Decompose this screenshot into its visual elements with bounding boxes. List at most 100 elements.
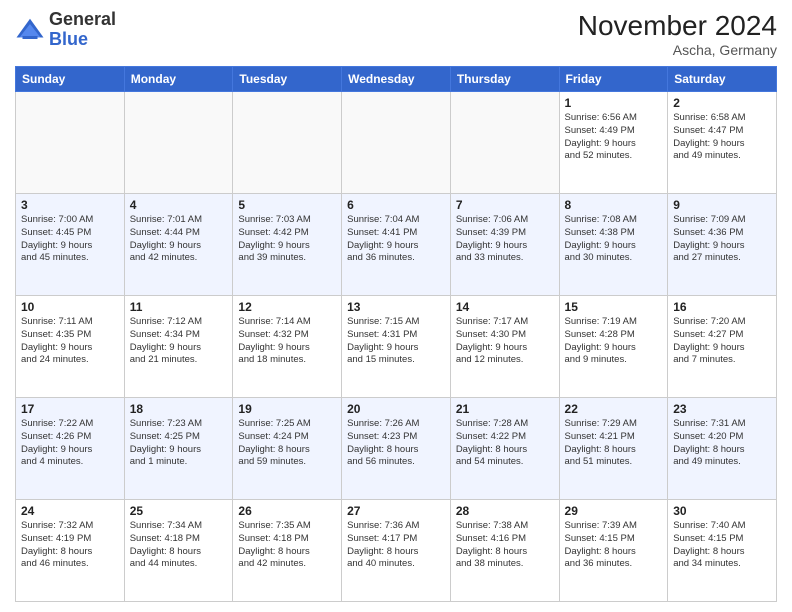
day-number: 2 xyxy=(673,96,771,110)
day-info: Sunrise: 7:23 AMSunset: 4:25 PMDaylight:… xyxy=(130,418,228,469)
calendar-cell: 21 Sunrise: 7:28 AMSunset: 4:22 PMDayligh… xyxy=(450,398,559,500)
day-info: Sunrise: 7:01 AMSunset: 4:44 PMDaylight:… xyxy=(130,214,228,265)
day-info: Sunrise: 7:08 AMSunset: 4:38 PMDaylight:… xyxy=(565,214,663,265)
day-info: Sunrise: 7:12 AMSunset: 4:34 PMDaylight:… xyxy=(130,316,228,367)
calendar-week-2: 3Sunrise: 7:00 AMSunset: 4:45 PMDaylight… xyxy=(16,194,777,296)
calendar-cell: 26 Sunrise: 7:35 AMSunset: 4:18 PMDayligh… xyxy=(233,500,342,602)
calendar-cell: 2 Sunrise: 6:58 AMSunset: 4:47 PMDaylight… xyxy=(668,92,777,194)
day-number: 12 xyxy=(238,300,336,314)
calendar-cell: 9 Sunrise: 7:09 AMSunset: 4:36 PMDaylight… xyxy=(668,194,777,296)
calendar-cell: 27Sunrise: 7:36 AMSunset: 4:17 PMDayligh… xyxy=(342,500,451,602)
calendar-cell xyxy=(450,92,559,194)
day-info: Sunrise: 7:09 AMSunset: 4:36 PMDaylight:… xyxy=(673,214,771,265)
calendar-cell: 5 Sunrise: 7:03 AMSunset: 4:42 PMDaylight… xyxy=(233,194,342,296)
calendar-cell: 30 Sunrise: 7:40 AMSunset: 4:15 PMDayligh… xyxy=(668,500,777,602)
day-info: Sunrise: 7:28 AMSunset: 4:22 PMDaylight:… xyxy=(456,418,554,469)
day-info: Sunrise: 6:58 AMSunset: 4:47 PMDaylight:… xyxy=(673,112,771,163)
day-info: Sunrise: 7:19 AMSunset: 4:28 PMDaylight:… xyxy=(565,316,663,367)
calendar-cell: 18Sunrise: 7:23 AMSunset: 4:25 PMDayligh… xyxy=(124,398,233,500)
calendar-cell: 10Sunrise: 7:11 AMSunset: 4:35 PMDayligh… xyxy=(16,296,125,398)
day-info: Sunrise: 7:32 AMSunset: 4:19 PMDaylight:… xyxy=(21,520,119,571)
day-info: Sunrise: 7:20 AMSunset: 4:27 PMDaylight:… xyxy=(673,316,771,367)
day-info: Sunrise: 7:14 AMSunset: 4:32 PMDaylight:… xyxy=(238,316,336,367)
day-number: 20 xyxy=(347,402,445,416)
day-info: Sunrise: 7:06 AMSunset: 4:39 PMDaylight:… xyxy=(456,214,554,265)
day-number: 23 xyxy=(673,402,771,416)
calendar-cell xyxy=(233,92,342,194)
calendar-cell: 3Sunrise: 7:00 AMSunset: 4:45 PMDaylight… xyxy=(16,194,125,296)
logo-general-text: General xyxy=(49,9,116,29)
calendar-cell xyxy=(124,92,233,194)
day-info: Sunrise: 6:56 AMSunset: 4:49 PMDaylight:… xyxy=(565,112,663,163)
day-info: Sunrise: 7:40 AMSunset: 4:15 PMDaylight:… xyxy=(673,520,771,571)
day-info: Sunrise: 7:00 AMSunset: 4:45 PMDaylight:… xyxy=(21,214,119,265)
calendar-cell: 25 Sunrise: 7:34 AMSunset: 4:18 PMDayligh… xyxy=(124,500,233,602)
calendar-cell: 24 Sunrise: 7:32 AMSunset: 4:19 PMDayligh… xyxy=(16,500,125,602)
calendar-week-5: 24 Sunrise: 7:32 AMSunset: 4:19 PMDayligh… xyxy=(16,500,777,602)
header-monday: Monday xyxy=(124,67,233,92)
title-block: November 2024 Ascha, Germany xyxy=(578,10,777,58)
header-wednesday: Wednesday xyxy=(342,67,451,92)
header-saturday: Saturday xyxy=(668,67,777,92)
day-info: Sunrise: 7:31 AMSunset: 4:20 PMDaylight:… xyxy=(673,418,771,469)
calendar-cell: 20Sunrise: 7:26 AMSunset: 4:23 PMDayligh… xyxy=(342,398,451,500)
day-number: 27 xyxy=(347,504,445,518)
day-info: Sunrise: 7:34 AMSunset: 4:18 PMDaylight:… xyxy=(130,520,228,571)
day-info: Sunrise: 7:22 AMSunset: 4:26 PMDaylight:… xyxy=(21,418,119,469)
weekday-header-row: Sunday Monday Tuesday Wednesday Thursday… xyxy=(16,67,777,92)
location: Ascha, Germany xyxy=(578,42,777,58)
day-info: Sunrise: 7:04 AMSunset: 4:41 PMDaylight:… xyxy=(347,214,445,265)
calendar-cell: 28 Sunrise: 7:38 AMSunset: 4:16 PMDayligh… xyxy=(450,500,559,602)
day-number: 16 xyxy=(673,300,771,314)
calendar-cell: 1Sunrise: 6:56 AMSunset: 4:49 PMDaylight… xyxy=(559,92,668,194)
calendar: Sunday Monday Tuesday Wednesday Thursday… xyxy=(15,66,777,602)
day-number: 6 xyxy=(347,198,445,212)
calendar-cell: 14 Sunrise: 7:17 AMSunset: 4:30 PMDayligh… xyxy=(450,296,559,398)
day-number: 22 xyxy=(565,402,663,416)
day-number: 14 xyxy=(456,300,554,314)
header-friday: Friday xyxy=(559,67,668,92)
calendar-cell: 17 Sunrise: 7:22 AMSunset: 4:26 PMDayligh… xyxy=(16,398,125,500)
logo-icon xyxy=(15,15,45,45)
day-number: 11 xyxy=(130,300,228,314)
calendar-cell: 29Sunrise: 7:39 AMSunset: 4:15 PMDayligh… xyxy=(559,500,668,602)
calendar-cell: 7 Sunrise: 7:06 AMSunset: 4:39 PMDaylight… xyxy=(450,194,559,296)
day-info: Sunrise: 7:17 AMSunset: 4:30 PMDaylight:… xyxy=(456,316,554,367)
logo: General Blue xyxy=(15,10,116,50)
day-number: 8 xyxy=(565,198,663,212)
day-number: 26 xyxy=(238,504,336,518)
calendar-week-1: 1Sunrise: 6:56 AMSunset: 4:49 PMDaylight… xyxy=(16,92,777,194)
calendar-cell: 15 Sunrise: 7:19 AMSunset: 4:28 PMDayligh… xyxy=(559,296,668,398)
day-number: 15 xyxy=(565,300,663,314)
day-info: Sunrise: 7:38 AMSunset: 4:16 PMDaylight:… xyxy=(456,520,554,571)
calendar-cell: 12 Sunrise: 7:14 AMSunset: 4:32 PMDayligh… xyxy=(233,296,342,398)
calendar-cell: 6 Sunrise: 7:04 AMSunset: 4:41 PMDaylight… xyxy=(342,194,451,296)
day-number: 7 xyxy=(456,198,554,212)
day-info: Sunrise: 7:39 AMSunset: 4:15 PMDaylight:… xyxy=(565,520,663,571)
calendar-cell: 8 Sunrise: 7:08 AMSunset: 4:38 PMDaylight… xyxy=(559,194,668,296)
day-number: 10 xyxy=(21,300,119,314)
day-number: 17 xyxy=(21,402,119,416)
day-info: Sunrise: 7:35 AMSunset: 4:18 PMDaylight:… xyxy=(238,520,336,571)
day-number: 13 xyxy=(347,300,445,314)
month-title: November 2024 xyxy=(578,10,777,42)
day-number: 5 xyxy=(238,198,336,212)
day-number: 4 xyxy=(130,198,228,212)
day-number: 9 xyxy=(673,198,771,212)
day-number: 21 xyxy=(456,402,554,416)
page: General Blue November 2024 Ascha, German… xyxy=(0,0,792,612)
header: General Blue November 2024 Ascha, German… xyxy=(15,10,777,58)
calendar-cell: 22 Sunrise: 7:29 AMSunset: 4:21 PMDayligh… xyxy=(559,398,668,500)
day-number: 28 xyxy=(456,504,554,518)
day-info: Sunrise: 7:29 AMSunset: 4:21 PMDaylight:… xyxy=(565,418,663,469)
calendar-cell: 11 Sunrise: 7:12 AMSunset: 4:34 PMDayligh… xyxy=(124,296,233,398)
day-number: 19 xyxy=(238,402,336,416)
calendar-cell: 23 Sunrise: 7:31 AMSunset: 4:20 PMDayligh… xyxy=(668,398,777,500)
day-number: 24 xyxy=(21,504,119,518)
day-number: 30 xyxy=(673,504,771,518)
logo-blue-text: Blue xyxy=(49,29,88,49)
calendar-cell xyxy=(342,92,451,194)
day-info: Sunrise: 7:03 AMSunset: 4:42 PMDaylight:… xyxy=(238,214,336,265)
calendar-cell: 4 Sunrise: 7:01 AMSunset: 4:44 PMDaylight… xyxy=(124,194,233,296)
day-number: 25 xyxy=(130,504,228,518)
